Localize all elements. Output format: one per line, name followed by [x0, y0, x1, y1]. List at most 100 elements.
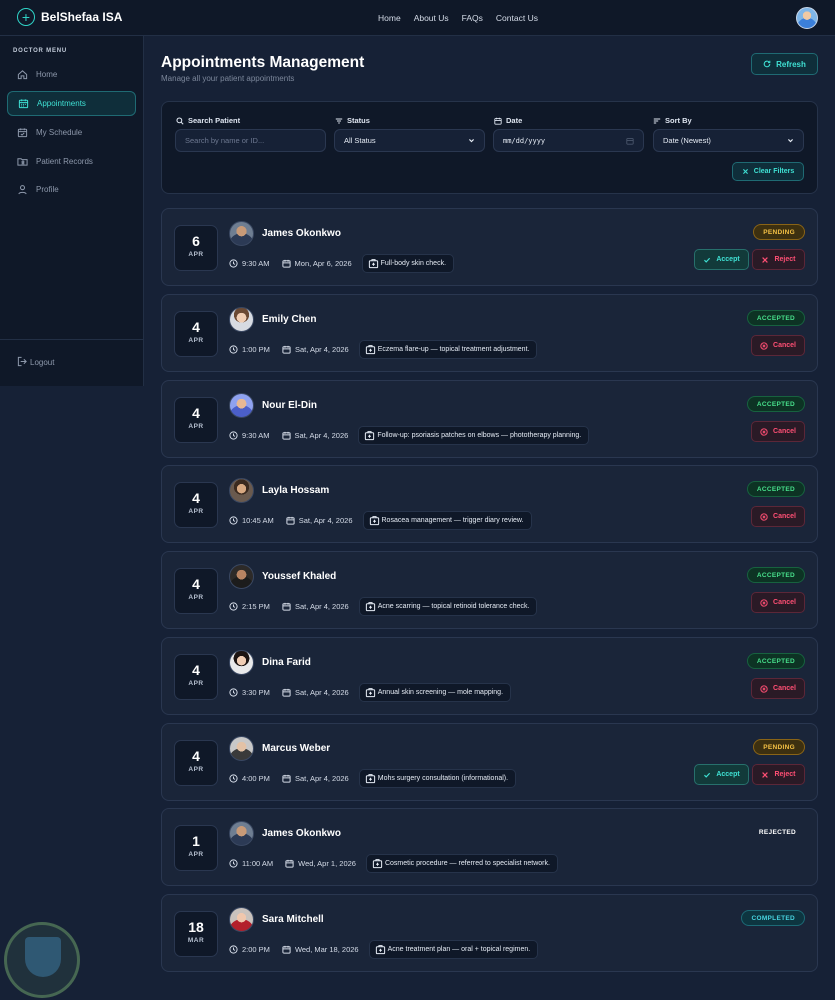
- patient-name[interactable]: Youssef Khaled: [262, 571, 336, 582]
- filters-panel: Search Patient Status All Status Date mm…: [161, 101, 818, 194]
- status-badge: ACCEPTED: [746, 310, 805, 326]
- logout-button[interactable]: Logout: [17, 356, 54, 367]
- sort-select[interactable]: Date (Newest): [653, 129, 804, 152]
- patient-name[interactable]: James Okonkwo: [262, 828, 341, 839]
- appointment-card: 4 APR Dina Farid 3:30 PM Sat, Apr 4, 2026 Ann…: [161, 637, 818, 715]
- appointment-meta: 2:15 PM Sat, Apr 4, 2026 Acne scarring — t…: [229, 597, 538, 616]
- clock-icon: [229, 688, 238, 697]
- patient-avatar: [229, 307, 254, 332]
- cancel-button[interactable]: Cancel: [751, 592, 805, 613]
- sort-select-value: Date (Newest): [663, 136, 711, 145]
- sidebar-item-patient-records[interactable]: Patient Records: [7, 149, 136, 174]
- clock-icon: [229, 602, 238, 611]
- date-input-value: mm/dd/yyyy: [503, 136, 546, 145]
- cancel-button[interactable]: Cancel: [751, 335, 805, 356]
- appointment-card: 6 APR James Okonkwo 9:30 AM Mon, Apr 6, 2026…: [161, 208, 818, 286]
- patient-name[interactable]: Emily Chen: [262, 314, 316, 325]
- cancel-button[interactable]: Cancel: [751, 421, 805, 442]
- appointment-date: Sat, Apr 4, 2026: [282, 602, 349, 611]
- calendar-picker-icon[interactable]: [626, 137, 634, 145]
- patient-name[interactable]: James Okonkwo: [262, 228, 341, 239]
- calendar-icon: [286, 516, 295, 525]
- status-select[interactable]: All Status: [334, 129, 485, 152]
- patient-avatar: [229, 821, 254, 846]
- check-icon: [704, 772, 711, 778]
- date-input[interactable]: mm/dd/yyyy: [493, 129, 644, 152]
- cancel-button[interactable]: Cancel: [751, 506, 805, 527]
- status-badge: ACCEPTED: [746, 396, 805, 412]
- search-input-box: [175, 129, 326, 152]
- cancel-label: Cancel: [773, 342, 796, 349]
- nav-home[interactable]: Home: [378, 13, 401, 23]
- folder-user-icon: [17, 158, 28, 166]
- cancel-circle-icon: [760, 512, 768, 521]
- appointment-note: Mohs surgery consultation (informational…: [358, 769, 517, 788]
- sidebar-item-label: Patient Records: [36, 157, 93, 166]
- date-box: 4 APR: [174, 397, 218, 443]
- check-icon: [704, 257, 711, 263]
- sidebar-heading: DOCTOR MENU: [13, 48, 68, 54]
- user-avatar[interactable]: [796, 7, 818, 29]
- cancel-circle-icon: [760, 598, 768, 607]
- close-icon: [742, 169, 748, 174]
- date-month: APR: [188, 680, 204, 687]
- appointment-time: 2:15 PM: [229, 602, 270, 611]
- logout-icon: [17, 356, 27, 367]
- calendar-icon: [282, 345, 291, 354]
- patient-avatar: [229, 478, 254, 503]
- refresh-icon: [763, 60, 771, 68]
- accept-label: Accept: [716, 256, 740, 263]
- status-badge: ACCEPTED: [746, 481, 805, 497]
- app-logo[interactable]: + BelShefaa ISA: [17, 8, 122, 26]
- refresh-button[interactable]: Refresh: [751, 53, 818, 75]
- patient-name[interactable]: Marcus Weber: [262, 743, 330, 754]
- medical-kit-icon: [365, 688, 375, 698]
- sort-label: Sort By: [653, 116, 692, 125]
- app-name: BelShefaa ISA: [41, 10, 123, 24]
- patient-name[interactable]: Sara Mitchell: [262, 914, 324, 925]
- patient-name[interactable]: Nour El-Din: [262, 400, 317, 411]
- chevron-down-icon: [469, 139, 474, 143]
- clock-icon: [229, 345, 238, 354]
- search-label: Search Patient: [176, 116, 240, 125]
- sidebar-item-label: Appointments: [37, 99, 86, 108]
- patient-name[interactable]: Dina Farid: [262, 657, 311, 668]
- reject-button[interactable]: Reject: [752, 764, 805, 785]
- reject-label: Reject: [774, 771, 796, 778]
- sidebar-item-profile[interactable]: Profile: [7, 177, 136, 202]
- close-icon: [762, 256, 769, 263]
- user-icon: [18, 185, 27, 195]
- sidebar-item-home[interactable]: Home: [7, 62, 136, 87]
- nav-faqs[interactable]: FAQs: [462, 13, 483, 23]
- date-box: 1 APR: [174, 825, 218, 871]
- medical-kit-icon: [369, 516, 379, 526]
- date-day: 4: [192, 319, 200, 335]
- filter-icon: [335, 118, 343, 123]
- accept-button[interactable]: Accept: [694, 249, 749, 270]
- patient-name[interactable]: Layla Hossam: [262, 485, 329, 496]
- calendar-icon: [281, 431, 291, 440]
- cancel-label: Cancel: [773, 599, 796, 606]
- search-icon: [176, 116, 184, 125]
- status-badge: PENDING: [753, 224, 805, 240]
- patient-avatar: [229, 650, 254, 675]
- page-title: Appointments Management: [161, 54, 365, 71]
- clear-filters-label: Clear Filters: [753, 168, 795, 175]
- date-box: 4 APR: [174, 654, 218, 700]
- cancel-label: Cancel: [773, 685, 796, 692]
- nav-about-us[interactable]: About Us: [414, 13, 449, 23]
- appointment-date: Sat, Apr 4, 2026: [281, 431, 348, 440]
- nav-contact-us[interactable]: Contact Us: [496, 13, 538, 23]
- reject-button[interactable]: Reject: [752, 249, 805, 270]
- page-subtitle: Manage all your patient appointments: [161, 74, 295, 83]
- sidebar-item-appointments[interactable]: Appointments: [7, 91, 136, 116]
- search-input[interactable]: [185, 136, 316, 145]
- cancel-circle-icon: [760, 341, 768, 350]
- accept-button[interactable]: Accept: [694, 764, 749, 785]
- sidebar-item-my-schedule[interactable]: My Schedule: [7, 120, 136, 145]
- cancel-button[interactable]: Cancel: [751, 678, 805, 699]
- cancel-circle-icon: [760, 684, 768, 693]
- appointment-meta: 2:00 PM Wed, Mar 18, 2026 Acne treatment p…: [229, 940, 539, 959]
- clear-filters-button[interactable]: Clear Filters: [732, 162, 804, 181]
- date-day: 18: [188, 919, 204, 935]
